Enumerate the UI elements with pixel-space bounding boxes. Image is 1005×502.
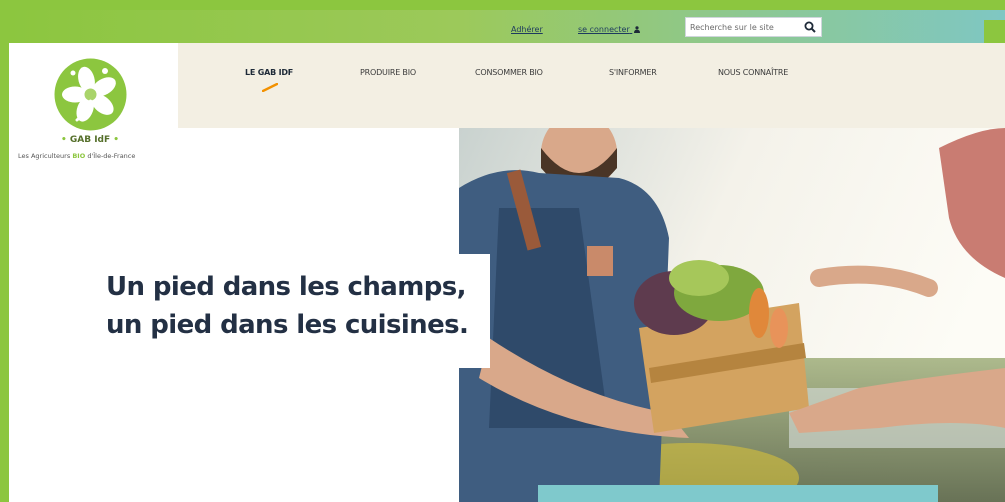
user-icon (634, 26, 641, 33)
hero-line-1: Un pied dans les champs, (106, 272, 466, 302)
search-box (685, 17, 822, 37)
nav-s-informer[interactable]: S'INFORMER (609, 68, 657, 77)
logo-tag-prefix: Les Agriculteurs (18, 152, 71, 160)
hero-illustration (459, 128, 1005, 502)
login-link[interactable]: se connecter (578, 25, 641, 34)
adherer-link[interactable]: Adhérer (511, 25, 543, 34)
teal-banner (538, 485, 938, 502)
hero-line-2: un pied dans les cuisines. (106, 310, 469, 340)
hero-photo (459, 128, 1005, 502)
logo-tag-bio: BIO (72, 152, 86, 160)
logo-dot-left: • (60, 135, 67, 145)
nav-nous-connaitre[interactable]: NOUS CONNAÎTRE (718, 68, 788, 77)
main-nav: LE GAB IDF PRODUIRE BIO CONSOMMER BIO S'… (178, 43, 1005, 128)
logo-tag-suffix: d'Île-de-France (87, 152, 136, 160)
logo-name: • GAB IdF • (40, 135, 140, 145)
top-bar: Adhérer se connecter (9, 10, 1005, 43)
logo-name-text: GAB IdF (69, 135, 111, 145)
active-underline-icon (262, 83, 278, 92)
logo-dot-right: • (113, 135, 120, 145)
hero-headline-box: Un pied dans les champs, un pied dans le… (90, 254, 490, 368)
nav-produire-bio[interactable]: PRODUIRE BIO (360, 68, 416, 77)
login-link-label: se connecter (578, 25, 630, 34)
flower-logo-icon[interactable] (53, 57, 128, 132)
nav-le-gab-idf[interactable]: LE GAB IDF (245, 68, 293, 77)
search-icon[interactable] (804, 21, 816, 33)
search-input[interactable] (690, 20, 798, 34)
nav-consommer-bio[interactable]: CONSOMMER BIO (475, 68, 543, 77)
hero-headline: Un pied dans les champs, un pied dans le… (106, 268, 469, 344)
logo-tagline: Les Agriculteurs BIO d'Île-de-France (18, 152, 168, 160)
